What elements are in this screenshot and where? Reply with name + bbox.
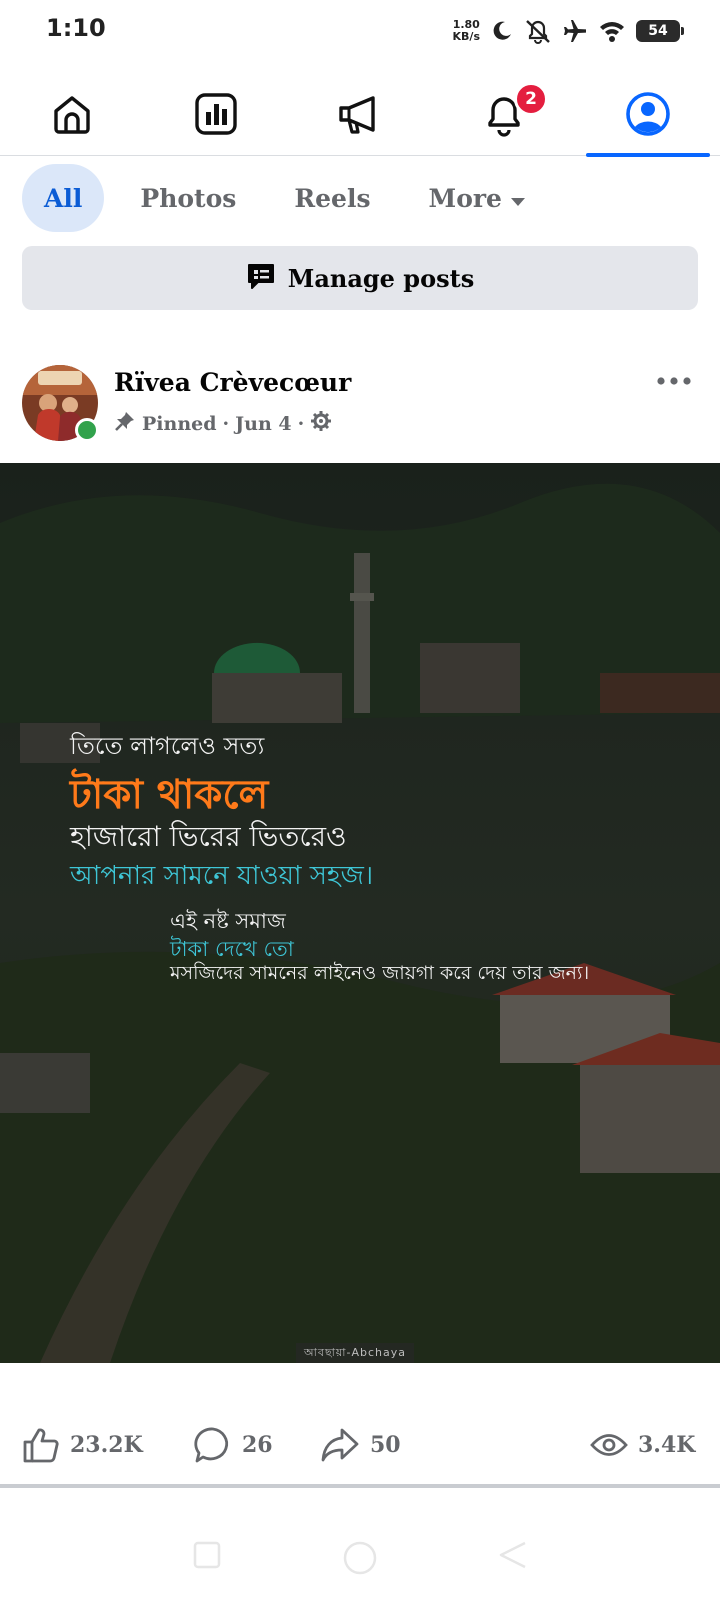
- divider: [0, 1484, 720, 1488]
- image-watermark: আবছায়া-Abchaya: [296, 1343, 414, 1363]
- status-time: 1:10: [46, 14, 106, 42]
- tab-photos[interactable]: Photos: [118, 164, 258, 232]
- nav-home[interactable]: [0, 72, 144, 156]
- megaphone-icon: [337, 92, 383, 136]
- nav-dashboard[interactable]: [144, 72, 288, 156]
- views-stat: 3.4K: [590, 1432, 695, 1458]
- share-icon: [320, 1427, 360, 1463]
- meta-separator: ·: [222, 412, 230, 435]
- notification-badge: 2: [514, 82, 548, 116]
- status-icons: 1.80 KB/s 54: [453, 14, 684, 48]
- nav-notifications[interactable]: 2: [432, 72, 576, 156]
- battery-icon: 54: [636, 20, 684, 42]
- comment-count: 26: [242, 1432, 273, 1458]
- nav-ads[interactable]: [288, 72, 432, 156]
- tab-reels[interactable]: Reels: [272, 164, 392, 232]
- reaction-bar: 23.2K 26 50 3.4K: [0, 1410, 720, 1480]
- post-meta: Pinned · Jun 4 ·: [114, 410, 332, 437]
- airplane-icon: [562, 18, 588, 44]
- caret-down-icon: [510, 184, 526, 213]
- privacy-gear-icon[interactable]: [310, 410, 332, 437]
- back-icon[interactable]: [498, 1540, 528, 1574]
- share-count: 50: [370, 1432, 401, 1458]
- image-text-line: আপনার সামনে যাওয়া সহজ।: [70, 861, 374, 891]
- network-speed: 1.80 KB/s: [453, 19, 480, 43]
- top-nav: 2: [0, 72, 720, 157]
- wifi-icon: [598, 19, 626, 43]
- pin-icon: [114, 410, 136, 437]
- share-button[interactable]: 50: [320, 1427, 401, 1463]
- post-date[interactable]: Jun 4: [235, 413, 291, 435]
- pinned-label: Pinned: [142, 412, 217, 435]
- image-text-line: মসজিদের সামনের লাইনেও জায়গা করে দেয় তা…: [170, 962, 590, 984]
- tab-more-label: More: [428, 183, 502, 213]
- author-name[interactable]: Rïvea Crèvecœur: [114, 368, 351, 397]
- profile-icon: [625, 91, 671, 137]
- thumbs-up-icon: [22, 1426, 60, 1464]
- manage-posts-button[interactable]: Manage posts: [22, 246, 698, 310]
- bar-chart-icon: [194, 92, 238, 136]
- comment-button[interactable]: 26: [194, 1426, 273, 1464]
- meta-separator: ·: [297, 412, 305, 435]
- tab-more[interactable]: More: [407, 164, 548, 232]
- network-speed-unit: KB/s: [452, 30, 480, 43]
- view-count: 3.4K: [638, 1432, 696, 1458]
- online-status-dot: [75, 418, 99, 442]
- moon-icon: [490, 19, 514, 43]
- recent-apps-icon[interactable]: [192, 1540, 222, 1574]
- comment-icon: [194, 1426, 232, 1464]
- like-count: 23.2K: [70, 1432, 143, 1458]
- home-button-icon[interactable]: [342, 1540, 378, 1580]
- like-button[interactable]: 23.2K: [22, 1426, 143, 1464]
- home-icon: [50, 92, 94, 136]
- system-nav: [0, 1520, 720, 1590]
- tab-all[interactable]: All: [22, 164, 105, 232]
- post-header: Rïvea Crèvecœur Pinned · Jun 4 ·: [0, 360, 720, 450]
- mute-icon: [524, 18, 552, 44]
- more-options-icon[interactable]: [656, 372, 692, 391]
- manage-posts-icon: [246, 262, 276, 294]
- manage-posts-label: Manage posts: [287, 263, 475, 293]
- eye-icon: [590, 1432, 628, 1458]
- nav-profile[interactable]: [576, 72, 720, 157]
- post-image-background: [0, 463, 720, 1363]
- status-bar: 1:10 1.80 KB/s 54: [0, 0, 720, 62]
- image-text-line: তিতে লাগলেও সত্য: [70, 732, 265, 760]
- post-image[interactable]: তিতে লাগলেও সত্য টাকা থাকলে হাজারো ভিরের…: [0, 463, 720, 1363]
- filter-tabs: All Photos Reels More: [22, 164, 562, 232]
